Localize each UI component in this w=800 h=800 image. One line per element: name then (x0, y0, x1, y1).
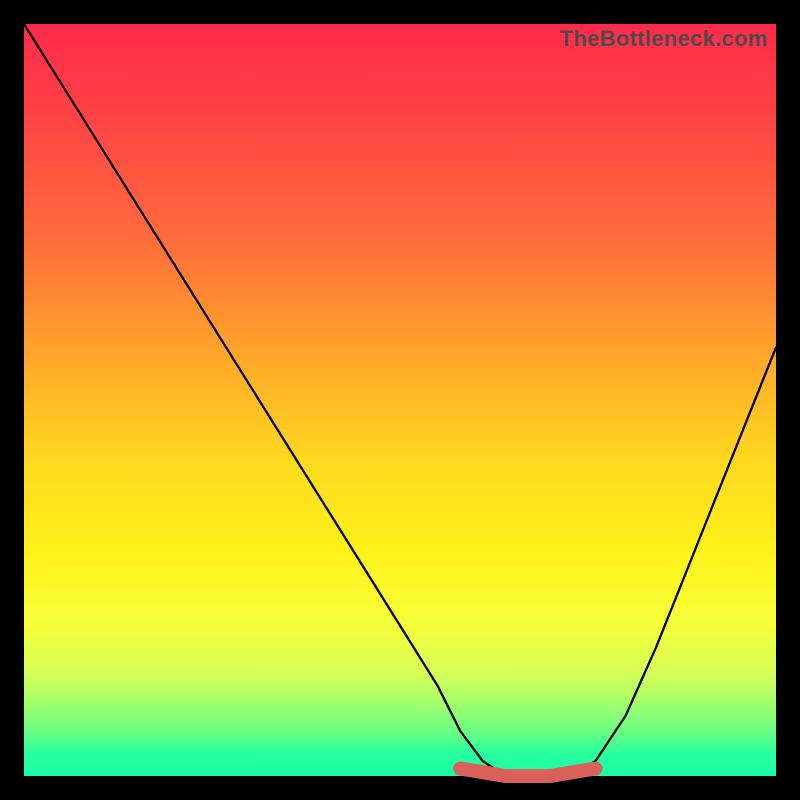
plot-area: TheBottleneck.com (24, 24, 776, 776)
curve-svg (24, 24, 776, 776)
optimal-range-highlight (460, 769, 595, 777)
chart-frame: TheBottleneck.com (0, 0, 800, 800)
bottleneck-curve-line (24, 24, 776, 776)
